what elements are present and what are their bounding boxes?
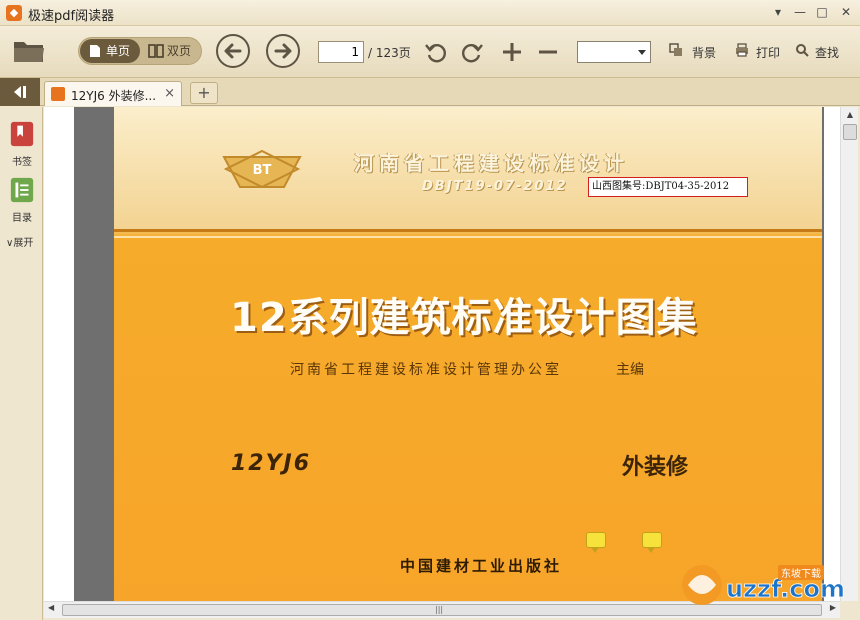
toc-label: 目录 — [12, 213, 32, 224]
divider — [114, 229, 822, 232]
toc-icon — [10, 177, 34, 203]
scroll-up-icon[interactable]: ▲ — [841, 107, 859, 123]
zoom-out-button[interactable] — [536, 40, 560, 64]
double-page-label: 双页 — [167, 44, 192, 58]
chevron-down-icon — [638, 50, 646, 55]
pdf-icon — [51, 87, 65, 101]
single-page-button[interactable]: 单页 — [80, 39, 140, 63]
double-page-icon — [148, 44, 164, 58]
minimize-button[interactable]: — — [790, 3, 810, 21]
window-menu-button[interactable]: ▾ — [768, 3, 788, 21]
previous-page-button[interactable] — [216, 34, 250, 68]
page-number-input[interactable] — [318, 41, 364, 63]
printer-icon — [736, 43, 748, 57]
arrow-right-icon — [274, 43, 292, 59]
folder-icon — [14, 42, 44, 62]
double-page-button[interactable]: 双页 — [143, 39, 201, 63]
minus-icon — [539, 50, 557, 54]
maximize-button[interactable]: □ — [812, 3, 832, 21]
annotation-comment-icon[interactable] — [586, 532, 606, 553]
background-button[interactable]: 背景 — [692, 44, 716, 61]
zoom-in-button[interactable] — [500, 40, 524, 64]
window-title: 极速pdf阅读器 — [28, 9, 115, 24]
divider — [114, 236, 822, 238]
document-category: 外装修 — [622, 455, 689, 480]
rotate-right-icon — [462, 44, 483, 63]
document-editor: 河南省工程建设标准设计管理办公室 — [290, 362, 562, 378]
tab-document-label: 12YJ6 外装修... — [71, 89, 157, 103]
search-icon — [796, 44, 809, 57]
tab-document[interactable]: 12YJ6 外装修... × — [44, 81, 182, 106]
watermark-caption: 东坡下载 — [778, 565, 824, 580]
bookmarks-label: 书签 — [12, 157, 32, 168]
watermark-logo: uzzf.com — [682, 565, 845, 605]
atlas-number-stamp: 山西图集号:DBJT04-35-2012 — [588, 177, 748, 197]
page-total-label: / 123页 — [368, 46, 411, 60]
sidebar: 书签 目录 ∨展开 — [0, 107, 43, 620]
sidebar-item-toc[interactable]: 目录 — [4, 177, 40, 224]
document-code: 12YJ6 — [231, 451, 312, 476]
collapse-sidebar-icon — [14, 86, 26, 98]
document-main-title: 12系列建筑标准设计图集 — [230, 295, 698, 341]
header-code: DBJT19-07-2012 — [422, 179, 568, 194]
toolbar: 单页 双页 / 123页 — [0, 26, 860, 78]
bt-logo-icon: BT — [222, 149, 302, 189]
single-page-icon — [90, 45, 100, 57]
view-mode-toggle: 单页 双页 — [78, 37, 202, 65]
rotate-left-button[interactable] — [424, 40, 448, 64]
sidebar-item-bookmarks[interactable]: 书签 — [4, 121, 40, 168]
site-watermark: uzzf.com 东坡下载 — [678, 555, 858, 615]
close-tab-button[interactable]: × — [164, 86, 175, 101]
app-logo-icon: ◆ — [6, 5, 22, 21]
document-viewer[interactable]: BT 河南省工程建设标准设计 DBJT19-07-2012 山西图集号:DBJT… — [44, 107, 840, 601]
scroll-left-icon[interactable]: ◀ — [48, 603, 54, 612]
toggle-sidebar-button[interactable] — [0, 78, 40, 106]
header-title: 河南省工程建设标准设计 — [354, 151, 629, 175]
rotate-right-button[interactable] — [460, 40, 484, 64]
expand-label: 展开 — [13, 238, 34, 249]
plus-icon — [503, 43, 521, 61]
sidebar-expand-button[interactable]: ∨展开 — [6, 234, 33, 249]
zoom-select[interactable] — [577, 41, 651, 63]
bt-logo-text: BT — [253, 163, 272, 178]
close-button[interactable]: ✕ — [836, 3, 856, 21]
annotation-comment-icon[interactable] — [642, 532, 662, 553]
next-page-button[interactable] — [266, 34, 300, 68]
bookmark-icon — [10, 121, 34, 147]
tab-bar: 12YJ6 外装修... × + — [0, 78, 860, 106]
document-publisher: 中国建材工业出版社 — [400, 557, 563, 575]
print-button[interactable]: 打印 — [756, 44, 780, 61]
rotate-left-icon — [425, 44, 446, 63]
scroll-grip: ||| — [435, 605, 444, 614]
document-editor-role: 主编 — [616, 362, 644, 378]
pdf-page: BT 河南省工程建设标准设计 DBJT19-07-2012 山西图集号:DBJT… — [114, 107, 822, 601]
title-bar: ◆ 极速pdf阅读器 ▾ — □ ✕ — [0, 0, 860, 26]
vertical-scroll-thumb[interactable] — [843, 124, 857, 140]
find-button[interactable]: 查找 — [815, 44, 839, 61]
arrow-left-icon — [224, 43, 242, 59]
vertical-scrollbar[interactable]: ▲ — [840, 107, 858, 601]
background-icon — [669, 43, 682, 56]
new-tab-button[interactable]: + — [190, 82, 218, 104]
open-file-button[interactable] — [12, 36, 46, 66]
single-page-label: 单页 — [106, 44, 131, 58]
